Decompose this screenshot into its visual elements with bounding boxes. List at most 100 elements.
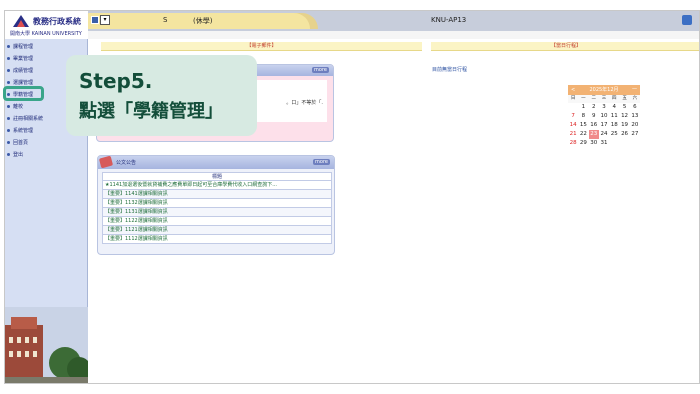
sidebar-item-label: 畢業管理 bbox=[13, 56, 34, 62]
calendar-day[interactable]: 13 bbox=[630, 112, 640, 121]
calendar-day[interactable]: 23 bbox=[588, 130, 599, 139]
sidebar-item-label: 系統管理 bbox=[13, 128, 34, 134]
calendar-day[interactable]: 9 bbox=[589, 112, 599, 121]
calendar-day[interactable]: 8 bbox=[578, 112, 588, 121]
sidebar-item-label: 回首頁 bbox=[13, 140, 29, 146]
calendar-weekday: 五 bbox=[619, 95, 630, 103]
calendar-day[interactable]: 30 bbox=[589, 139, 599, 148]
calendar-day[interactable]: 24 bbox=[599, 130, 609, 139]
calendar-day[interactable]: 17 bbox=[599, 121, 609, 130]
calendar-day[interactable]: 4 bbox=[609, 103, 619, 112]
news-row[interactable]: 【重要】1132選課相關資訊 bbox=[102, 199, 332, 208]
notebook-icon bbox=[98, 156, 114, 169]
news-panel-title: 公文公告 bbox=[116, 160, 137, 166]
calendar-day[interactable]: 3 bbox=[599, 103, 609, 112]
calendar-weekday: 日 bbox=[568, 95, 579, 103]
calendar-column-header: 【當日行程】 bbox=[431, 42, 699, 51]
sidebar-item-label: 註冊相關系統 bbox=[13, 116, 44, 122]
prev-month-button[interactable]: < bbox=[571, 85, 575, 95]
today-schedule-link[interactable]: 目前無當日行程 bbox=[432, 66, 467, 73]
sidebar-item-label: 課程管理 bbox=[13, 44, 34, 50]
bullet-icon bbox=[7, 141, 10, 144]
calendar-day[interactable]: 1 bbox=[578, 103, 588, 112]
calendar-day[interactable]: 18 bbox=[609, 121, 619, 130]
news-table: 標題 ★1141加退選後暨就貸補費之應費單即日起可至合庫學費代收入口網查詢下..… bbox=[102, 172, 332, 244]
app-logo: 教務行政系統 開南大學 KAINAN UNIVERSITY bbox=[5, 11, 88, 39]
calendar-weekday: 六 bbox=[629, 95, 640, 103]
calendar-day[interactable]: 27 bbox=[630, 130, 640, 139]
calendar-day[interactable]: 31 bbox=[599, 139, 609, 148]
highlight-box bbox=[3, 86, 44, 101]
sidebar-item-course[interactable]: 課程管理 bbox=[5, 41, 88, 53]
mail-more-button[interactable]: more bbox=[312, 67, 329, 73]
calendar-day[interactable]: 26 bbox=[619, 130, 629, 139]
calendar-day[interactable]: 29 bbox=[578, 139, 588, 148]
user-id: S bbox=[163, 16, 168, 24]
news-row[interactable]: 【重要】1122選課相關資訊 bbox=[102, 217, 332, 226]
calendar-month: 2025年12月 bbox=[589, 87, 619, 93]
news-row[interactable]: 【重要】1141選課相關資訊 bbox=[102, 190, 332, 199]
screenshot-stage: 教務行政系統 開南大學 KAINAN UNIVERSITY 課程管理 畢業管理 … bbox=[0, 0, 700, 394]
calendar-day[interactable]: 19 bbox=[619, 121, 629, 130]
calendar-weekday: 四 bbox=[609, 95, 620, 103]
calendar-weekday: 一 bbox=[578, 95, 589, 103]
calendar-day bbox=[619, 139, 629, 148]
calendar-day[interactable]: 16 bbox=[589, 121, 599, 130]
calendar-day[interactable]: 20 bbox=[630, 121, 640, 130]
university-emblem-icon bbox=[13, 15, 29, 27]
mail-column-header: 【電子郵件】 bbox=[101, 42, 422, 51]
home-icon[interactable] bbox=[91, 16, 99, 24]
calendar-day[interactable]: 15 bbox=[578, 121, 588, 130]
news-row[interactable]: 【重要】1131選課相關資訊 bbox=[102, 208, 332, 217]
news-table-header: 標題 bbox=[102, 172, 332, 181]
calendar-days: 1 2 3 4 5 6 7 8 9 10 11 12 13 14 15 16 17 18 19 20 21 22 23 24 2… bbox=[568, 103, 640, 148]
student-status: (休學) bbox=[193, 17, 213, 25]
news-panel: 公文公告 more 標題 ★1141加退選後暨就貸補費之應費單即日起可至合庫學費… bbox=[97, 155, 335, 255]
bullet-icon bbox=[7, 57, 10, 60]
system-code: KNU-AP13 bbox=[431, 16, 467, 24]
calendar-day[interactable]: 7 bbox=[568, 112, 578, 121]
bullet-icon bbox=[7, 105, 10, 108]
calendar-day[interactable]: 25 bbox=[609, 130, 619, 139]
sidebar-item-label: 離校 bbox=[13, 104, 24, 110]
bullet-icon bbox=[7, 117, 10, 120]
sidebar-item-logout[interactable]: 登出 bbox=[5, 149, 88, 161]
calendar-day bbox=[630, 139, 640, 148]
bullet-icon bbox=[7, 129, 10, 132]
calendar-day[interactable]: 22 bbox=[578, 130, 588, 139]
calendar-day[interactable]: 2 bbox=[589, 103, 599, 112]
calendar-day[interactable]: 14 bbox=[568, 121, 578, 130]
calendar-day bbox=[609, 139, 619, 148]
callout-instruction: 點選「學籍管理」 bbox=[79, 101, 223, 122]
role-select[interactable]: ▾ bbox=[100, 15, 110, 25]
sidebar-item-label: 登出 bbox=[13, 152, 24, 158]
calendar-header: < 2025年12月 一 bbox=[568, 85, 640, 95]
bullet-icon bbox=[7, 45, 10, 48]
bullet-icon bbox=[7, 81, 10, 84]
calendar-day[interactable]: 28 bbox=[568, 139, 578, 148]
calendar-day[interactable]: 5 bbox=[619, 103, 629, 112]
news-panel-header: 公文公告 more bbox=[98, 156, 334, 169]
callout-step: Step5. bbox=[79, 69, 153, 93]
calendar-day[interactable]: 6 bbox=[630, 103, 640, 112]
next-month-button[interactable]: 一 bbox=[632, 85, 637, 95]
top-bar: ▾ S (休學) KNU-AP13 bbox=[88, 11, 699, 31]
calendar-weekday: 三 bbox=[598, 95, 610, 103]
sub-bar bbox=[88, 31, 699, 39]
news-row[interactable]: ★1141加退選後暨就貸補費之應費單即日起可至合庫學費代收入口網查詢下... bbox=[102, 181, 332, 190]
news-more-button[interactable]: more bbox=[313, 159, 330, 165]
sidebar-item-home[interactable]: 回首頁 bbox=[5, 137, 88, 149]
calendar: < 2025年12月 一 日一二三四五六 1 2 3 4 5 6 7 8 9 10 11 12 13 14… bbox=[568, 85, 640, 148]
sidebar-item-label: 成績管理 bbox=[13, 68, 34, 74]
news-row[interactable]: 【重要】1112選課相關資訊 bbox=[102, 235, 332, 244]
news-row[interactable]: 【重要】1121選課相關資訊 bbox=[102, 226, 332, 235]
calendar-day[interactable]: 10 bbox=[599, 112, 609, 121]
bullet-icon bbox=[7, 69, 10, 72]
calendar-day[interactable]: 12 bbox=[619, 112, 629, 121]
calendar-day[interactable]: 21 bbox=[568, 130, 578, 139]
app-subtitle: 開南大學 KAINAN UNIVERSITY bbox=[10, 31, 82, 37]
calendar-day[interactable]: 11 bbox=[609, 112, 619, 121]
calendar-day bbox=[568, 103, 578, 112]
info-icon[interactable] bbox=[682, 15, 692, 25]
bullet-icon bbox=[7, 153, 10, 156]
